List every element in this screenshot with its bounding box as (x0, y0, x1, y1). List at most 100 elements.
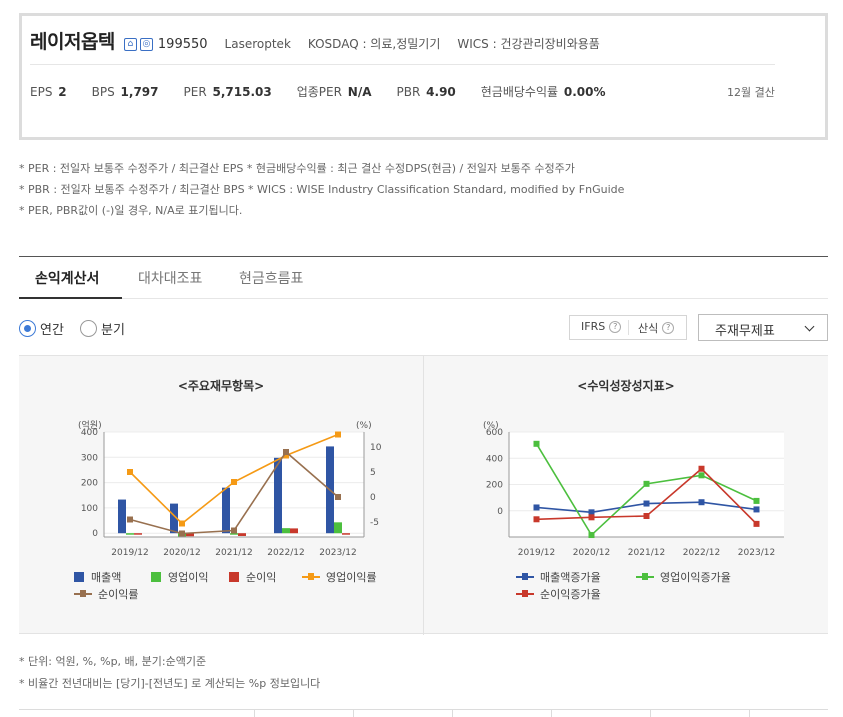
statement-type-select[interactable]: 주재무제표 (698, 314, 828, 341)
legend-swatch (516, 590, 534, 597)
home-icon[interactable]: ⌂ (123, 38, 137, 51)
radio-checked-icon[interactable] (19, 320, 36, 337)
x-tick-label: 2023/12 (319, 548, 356, 558)
point-매출액증가율 (533, 504, 540, 511)
y-left-tick-label: 300 (81, 453, 98, 463)
bar-매출액 (222, 487, 230, 534)
legend-swatch (151, 572, 161, 582)
chart-area: <주요재무항목> <수익성장성지표> 400 300 200 100 0 10 5 0 -5 (억… (19, 355, 828, 635)
stock-code: 199550 (157, 37, 208, 52)
legend-net-income: 순이익 (229, 569, 276, 585)
table-column-divider (749, 709, 750, 717)
point-순이익률 (127, 516, 133, 523)
point-영업이익률 (335, 431, 341, 438)
x-tick-label: 2020/12 (163, 548, 200, 558)
y-right-tick-label: -5 (370, 518, 379, 528)
point-순이익률 (179, 530, 185, 537)
legend-net-income-growth: 순이익증가율 (516, 586, 601, 602)
point-순이익증가율 (588, 514, 595, 521)
note-line: * PBR : 전일자 보통주 수정주가 / 최근결산 BPS * WICS :… (19, 183, 625, 196)
tab-income-statement[interactable]: 손익계산서 (35, 268, 99, 288)
x-tick-label: 2019/12 (518, 548, 555, 558)
market-sector: KOSDAQ : 의료,정밀기기 (307, 37, 441, 51)
options-box: IFRS? 산식? (569, 315, 687, 340)
chart-title-growth: <수익성장성지표> (577, 379, 675, 393)
x-tick-label: 2023/12 (738, 548, 775, 558)
metric-industry-per: 업종PER N/A (296, 85, 372, 99)
y-left-tick-label: 200 (81, 479, 98, 489)
point-매출액증가율 (643, 500, 650, 507)
chart-divider (423, 356, 424, 635)
point-영업이익률 (231, 479, 237, 485)
legend-net-margin: 순이익률 (74, 586, 138, 602)
point-매출액증가율 (698, 499, 705, 506)
y-right-tick-label: 10 (370, 443, 382, 453)
bar-순이익 (342, 533, 350, 535)
bar-순이익 (134, 533, 142, 535)
tab-balance-sheet[interactable]: 대차대조표 (138, 268, 202, 288)
company-name: 레이저옵텍 (30, 31, 115, 53)
legend-swatch (302, 573, 320, 580)
y-left-axis-label: (억원) (78, 419, 102, 431)
point-순이익증가율 (643, 513, 650, 519)
point-영업이익률 (127, 469, 133, 475)
x-tick-label: 2020/12 (573, 548, 610, 558)
y-axis-label: (%) (483, 421, 499, 431)
table-column-divider (452, 709, 453, 717)
point-영업이익증가율 (533, 440, 540, 447)
y-right-tick-label: 0 (370, 493, 376, 503)
metric-per: PER 5,715.03 (183, 85, 272, 99)
radio-quarter[interactable]: 분기 (80, 319, 125, 338)
point-영업이익증가율 (753, 497, 760, 504)
y-left-tick-label: 100 (81, 504, 98, 514)
settlement-month: 12월 결산 (727, 86, 775, 99)
note-line: * PER : 전일자 보통주 수정주가 / 최근결산 EPS * 현금배당수익… (19, 162, 575, 175)
help-icon[interactable]: ? (609, 320, 622, 333)
ifrs-option[interactable]: IFRS? (581, 320, 622, 333)
tab-top-border (19, 256, 828, 257)
bar-영업이익 (334, 522, 342, 534)
bar-영업이익 (282, 528, 290, 534)
tab-cash-flow[interactable]: 현금흐름표 (239, 268, 303, 288)
summary-divider (30, 64, 775, 65)
ir-icon[interactable]: ◎ (139, 38, 153, 51)
bar-영업이익 (126, 533, 134, 535)
tab-bottom-border (19, 298, 828, 299)
legend-swatch (516, 573, 534, 580)
legend-swatch (636, 573, 654, 580)
note-line: * PER, PBR값이 (-)일 경우, N/A로 표기됩니다. (19, 204, 243, 217)
x-tick-label: 2021/12 (628, 548, 665, 558)
table-column-divider (650, 709, 651, 717)
point-순이익률 (335, 494, 341, 500)
legend-sales-growth: 매출액증가율 (516, 569, 601, 585)
x-tick-label: 2022/12 (267, 548, 304, 558)
x-tick-label: 2019/12 (111, 548, 148, 558)
y-right-axis-label: (%) (356, 421, 372, 431)
metric-bps: BPS 1,797 (91, 85, 159, 99)
x-tick-label: 2022/12 (683, 548, 720, 558)
y-tick-label: 200 (486, 481, 503, 491)
active-tab-indicator (19, 297, 122, 299)
point-영업이익증가율 (588, 532, 595, 539)
company-title-row: 레이저옵텍 ⌂ ◎ 199550 Laseroptek KOSDAQ : 의료,… (30, 27, 600, 54)
table-column-divider (551, 709, 552, 717)
y-left-tick-label: 0 (92, 529, 98, 539)
bar-매출액 (118, 499, 126, 534)
wics-sector: WICS : 건강관리장비와용품 (457, 37, 600, 51)
point-영업이익증가율 (698, 472, 705, 479)
radio-annual[interactable]: 연간 (19, 319, 64, 338)
point-순이익률 (231, 527, 237, 534)
help-icon[interactable]: ? (662, 322, 675, 334)
footnote-line: * 비율간 전년대비는 [당기]-[전년도] 로 계산되는 %p 정보입니다 (19, 677, 321, 690)
legend-operating-margin: 영업이익률 (302, 569, 377, 585)
table-column-divider (254, 709, 255, 717)
chart-title-financials: <주요재무항목> (177, 379, 265, 393)
legend-swatch (74, 572, 84, 582)
point-순이익증가율 (698, 465, 705, 472)
metric-pbr: PBR 4.90 (396, 85, 456, 99)
bar-순이익 (238, 533, 246, 536)
formula-option[interactable]: 산식? (638, 320, 675, 336)
metrics-row: EPS 2 BPS 1,797 PER 5,715.03 업종PER N/A P… (30, 83, 631, 100)
radio-unchecked-icon[interactable] (80, 320, 97, 337)
point-영업이익률 (179, 520, 185, 527)
